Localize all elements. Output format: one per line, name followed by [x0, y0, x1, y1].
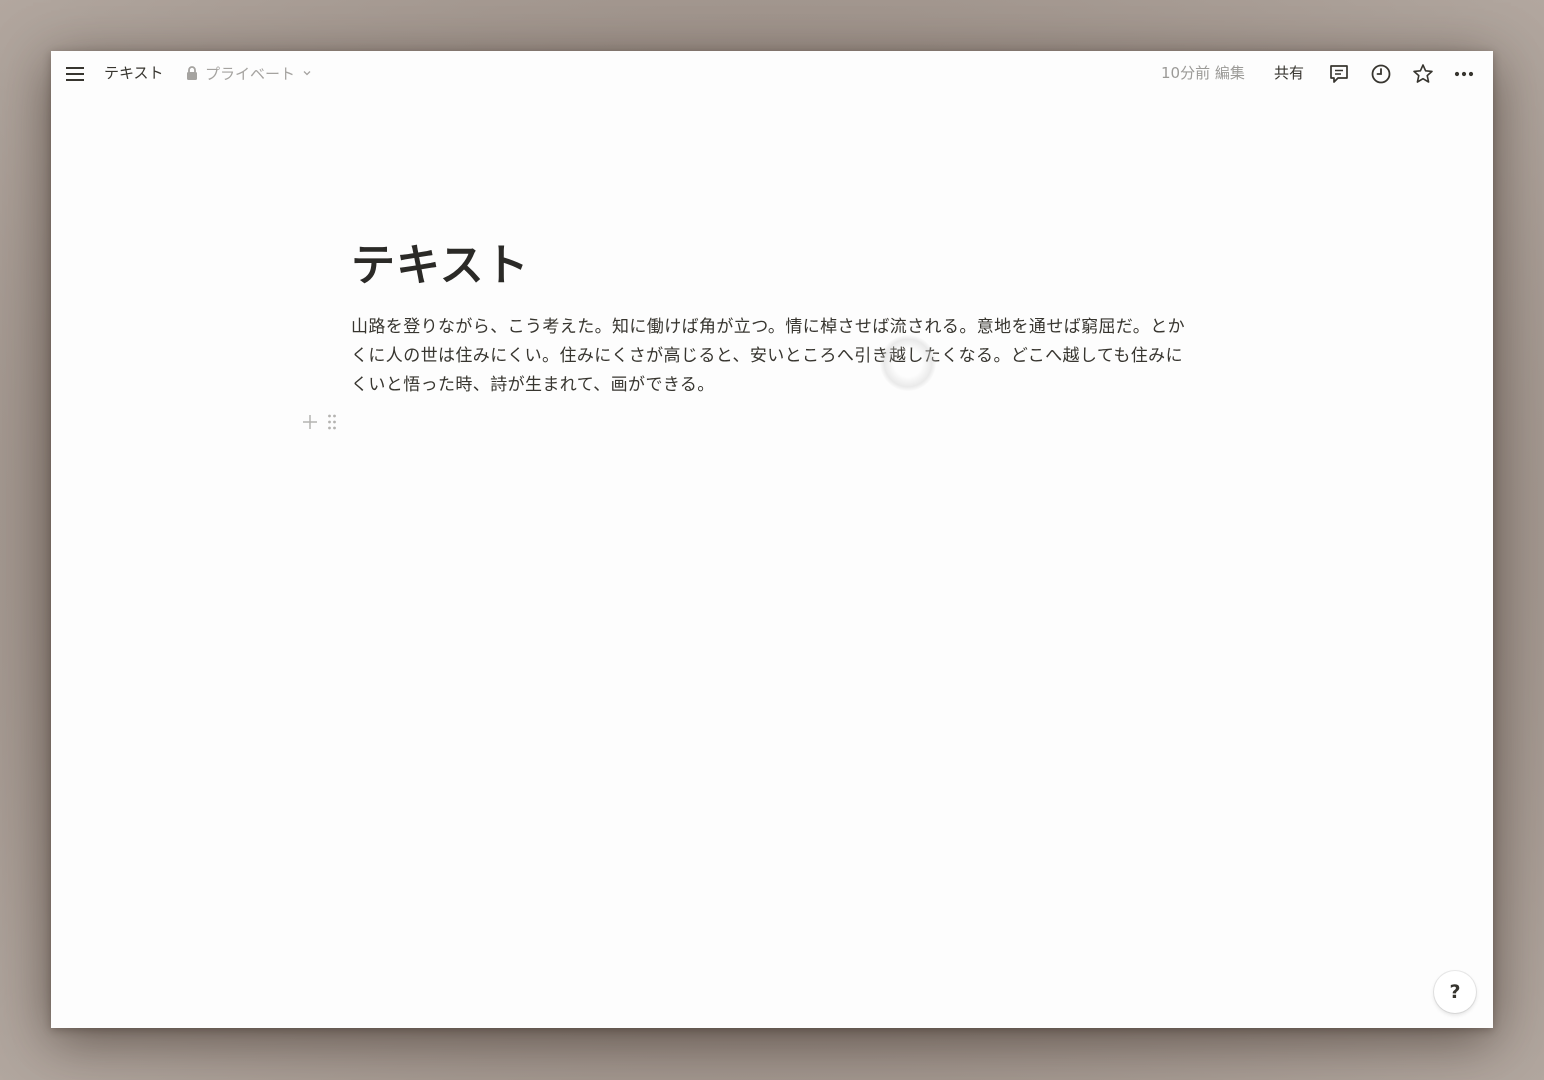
comment-icon[interactable]	[1327, 62, 1351, 86]
drag-handle-icon[interactable]	[321, 411, 343, 433]
block-controls	[299, 411, 343, 433]
privacy-label: プライベート	[205, 64, 296, 83]
breadcrumb-page-name[interactable]: テキスト	[104, 63, 164, 83]
plus-icon[interactable]	[299, 411, 321, 433]
share-button[interactable]: 共有	[1274, 63, 1304, 83]
menu-icon[interactable]	[64, 64, 86, 84]
clock-icon[interactable]	[1369, 62, 1393, 86]
click-indicator	[880, 335, 936, 391]
app-window: テキスト プライベート 10分前 編集 共有 テキスト 山路を登りながら、こう考…	[51, 51, 1493, 1028]
star-icon[interactable]	[1411, 62, 1435, 86]
help-button[interactable]: ?	[1434, 971, 1476, 1013]
privacy-dropdown[interactable]: プライベート	[185, 63, 312, 83]
more-icon[interactable]	[1452, 62, 1476, 86]
last-edited-label: 10分前 編集	[1161, 64, 1245, 82]
lock-icon	[187, 66, 197, 80]
page-title[interactable]: テキスト	[351, 236, 1201, 296]
page-content: テキスト 山路を登りながら、こう考えた。知に働けば角が立つ。情に棹させば流される…	[351, 236, 1201, 400]
chevron-down-icon	[303, 71, 311, 76]
top-bar: テキスト プライベート 10分前 編集 共有	[51, 51, 1493, 96]
text-block[interactable]: 山路を登りながら、こう考えた。知に働けば角が立つ。情に棹させば流される。意地を通…	[351, 313, 1193, 400]
